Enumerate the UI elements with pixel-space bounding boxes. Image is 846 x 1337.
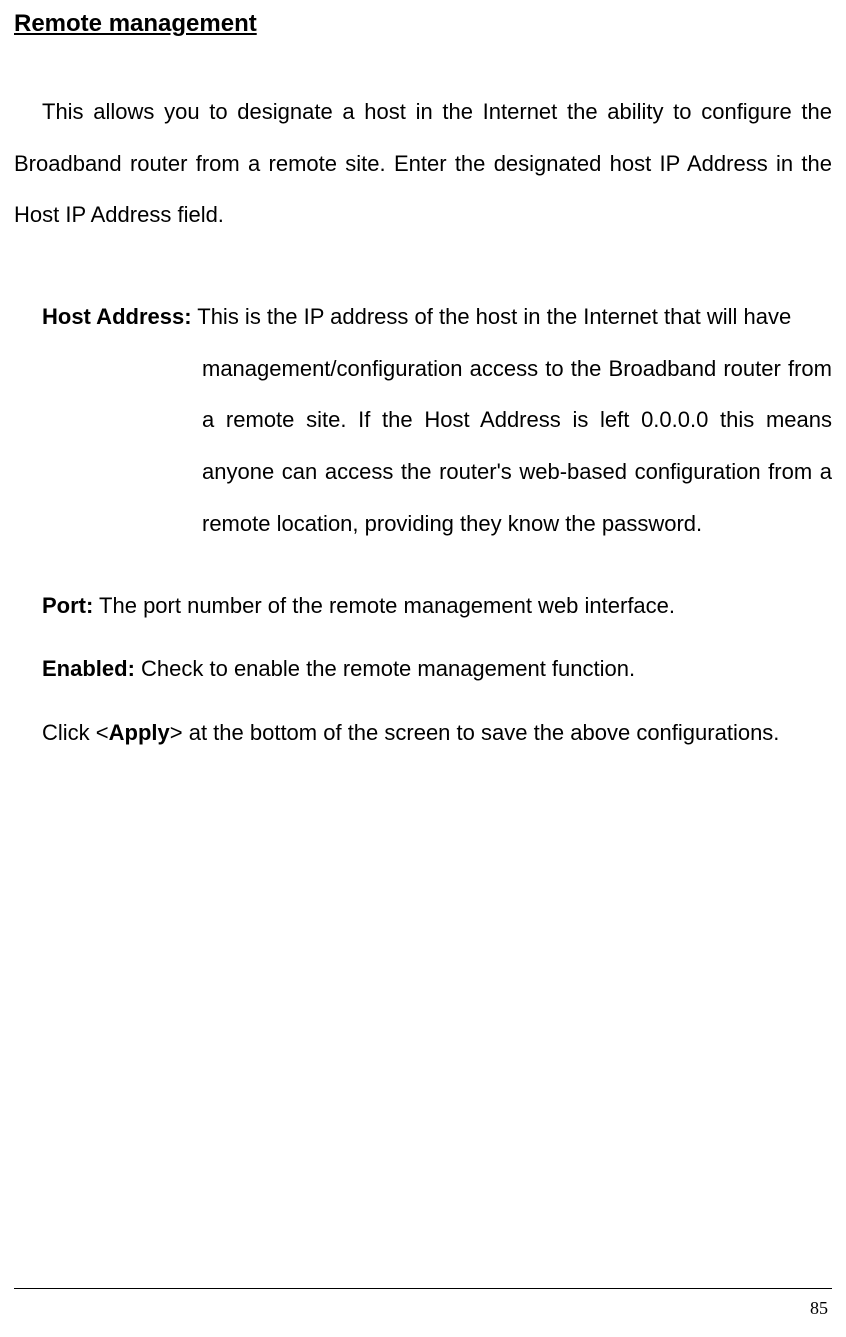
section-heading: Remote management: [14, 10, 832, 38]
port-text: The port number of the remote management…: [93, 593, 675, 618]
enabled-text: Check to enable the remote management fu…: [135, 656, 635, 681]
apply-bold: Apply: [109, 720, 170, 745]
footer-divider: [14, 1288, 832, 1289]
host-address-label: Host Address:: [42, 304, 192, 329]
intro-paragraph: This allows you to designate a host in t…: [14, 86, 832, 241]
host-address-line1: Host Address: This is the IP address of …: [42, 291, 832, 343]
port-definition: Port: The port number of the remote mana…: [42, 580, 832, 632]
host-address-rest: management/configuration access to the B…: [42, 343, 832, 550]
apply-post: > at the bottom of the screen to save th…: [170, 720, 780, 745]
host-address-text-1: This is the IP address of the host in th…: [192, 304, 792, 329]
page-number: 85: [810, 1298, 828, 1319]
apply-pre: Click <: [42, 720, 109, 745]
enabled-label: Enabled:: [42, 656, 135, 681]
apply-instruction: Click <Apply> at the bottom of the scree…: [42, 707, 832, 759]
host-address-definition: Host Address: This is the IP address of …: [42, 291, 832, 549]
enabled-definition: Enabled: Check to enable the remote mana…: [42, 643, 832, 695]
port-label: Port:: [42, 593, 93, 618]
